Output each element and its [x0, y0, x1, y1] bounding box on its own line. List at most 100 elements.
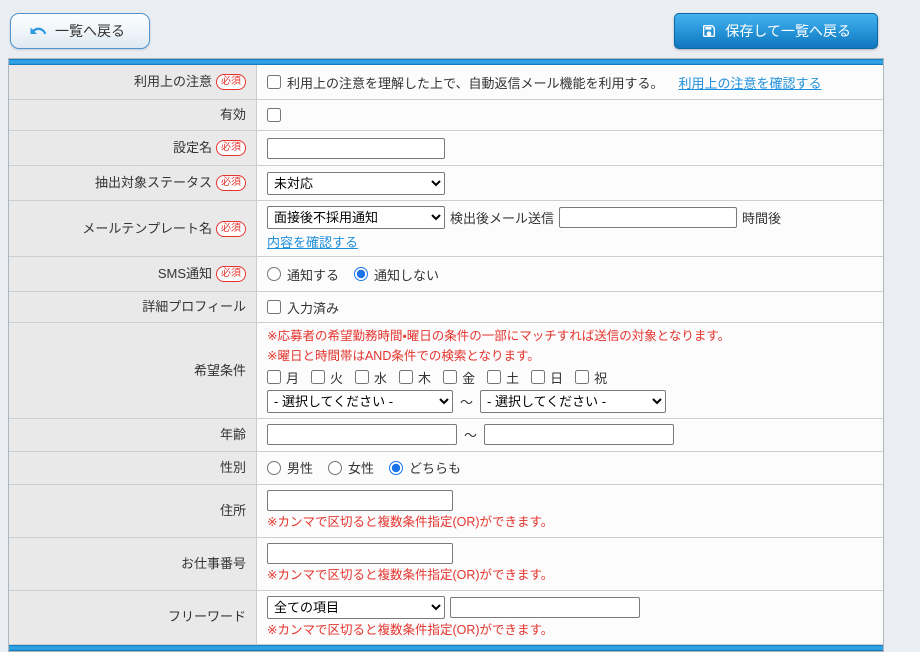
day-mon-label: 月 — [286, 368, 299, 387]
age-range-tilde: ～ — [462, 425, 479, 444]
target-status-select[interactable]: 未対応 — [267, 172, 445, 195]
gender-both-label: どちらも — [409, 458, 461, 477]
gender-label: 性別 — [220, 459, 246, 477]
day-holiday-label: 祝 — [594, 368, 607, 387]
usage-notice-link[interactable]: 利用上の注意を確認する — [678, 73, 821, 92]
required-badge: 必須 — [216, 266, 246, 282]
day-mon-checkbox[interactable] — [267, 370, 281, 384]
detail-profile-label: 詳細プロフィール — [142, 298, 246, 316]
usage-notice-checkbox-option[interactable]: 利用上の注意を理解した上で、自動返信メール機能を利用する。 — [267, 73, 663, 92]
conditions-note-2: ※曜日と時間帯はAND条件での検索となります。 — [267, 348, 873, 365]
desired-conditions-label: 希望条件 — [194, 362, 246, 380]
required-badge: 必須 — [216, 175, 246, 191]
day-wed-checkbox[interactable] — [355, 370, 369, 384]
row-detail-profile: 詳細プロフィール 入力済み — [9, 292, 883, 323]
row-target-status: 抽出対象ステータス 必須 未対応 — [9, 166, 883, 201]
time-range-tilde: ～ — [458, 392, 475, 411]
day-thu-checkbox[interactable] — [399, 370, 413, 384]
row-mail-template: メールテンプレート名 必須 面接後不採用通知 検出後メール送信 時間後 内容を確… — [9, 201, 883, 257]
row-setting-name: 設定名 必須 — [9, 131, 883, 166]
day-tue-label: 火 — [330, 368, 343, 387]
day-tue-option[interactable]: 火 — [311, 368, 343, 387]
usage-notice-label-cell: 利用上の注意 必須 — [9, 65, 257, 99]
day-tue-checkbox[interactable] — [311, 370, 325, 384]
back-button-label: 一覧へ戻る — [55, 21, 125, 41]
hours-after-input[interactable] — [559, 207, 737, 228]
panel-bottom-bar — [9, 645, 883, 651]
settings-form-panel: 利用上の注意 必須 利用上の注意を理解した上で、自動返信メール機能を利用する。 … — [8, 58, 884, 652]
profile-filled-label: 入力済み — [287, 298, 339, 317]
gender-male-option[interactable]: 男性 — [267, 458, 313, 477]
day-holiday-checkbox[interactable] — [575, 370, 589, 384]
address-input[interactable] — [267, 490, 453, 511]
setting-name-label: 設定名 — [173, 139, 212, 157]
free-word-field-select[interactable]: 全ての項目 — [267, 596, 445, 619]
row-gender: 性別 男性 女性 どちらも — [9, 452, 883, 485]
day-sun-checkbox[interactable] — [531, 370, 545, 384]
usage-notice-checkbox-text: 利用上の注意を理解した上で、自動返信メール機能を利用する。 — [287, 73, 663, 92]
day-thu-option[interactable]: 木 — [399, 368, 431, 387]
save-disk-icon — [701, 23, 717, 39]
day-fri-checkbox[interactable] — [443, 370, 457, 384]
sms-notify-off-radio[interactable] — [354, 267, 368, 281]
sms-notify-off-option[interactable]: 通知しない — [354, 265, 439, 284]
day-wed-option[interactable]: 水 — [355, 368, 387, 387]
profile-filled-option[interactable]: 入力済み — [267, 298, 339, 317]
gender-female-radio[interactable] — [328, 461, 342, 475]
required-badge: 必須 — [216, 140, 246, 156]
job-number-input[interactable] — [267, 543, 453, 564]
address-label: 住所 — [220, 502, 246, 520]
send-after-detection-text: 検出後メール送信 — [450, 208, 554, 227]
gender-male-radio[interactable] — [267, 461, 281, 475]
back-to-list-button[interactable]: 一覧へ戻る — [10, 13, 150, 49]
day-mon-option[interactable]: 月 — [267, 368, 299, 387]
sms-notify-on-label: 通知する — [287, 265, 339, 284]
profile-filled-checkbox[interactable] — [267, 300, 281, 314]
time-to-select[interactable]: - 選択してください - — [480, 390, 666, 413]
enabled-label: 有効 — [220, 106, 246, 124]
row-address: 住所 ※カンマで区切ると複数条件指定(OR)ができます。 — [9, 485, 883, 538]
day-wed-label: 水 — [374, 368, 387, 387]
setting-name-input[interactable] — [267, 138, 445, 159]
hours-suffix-text: 時間後 — [742, 208, 781, 227]
age-label: 年齢 — [220, 426, 246, 444]
mail-template-select[interactable]: 面接後不採用通知 — [267, 206, 445, 229]
job-number-note: ※カンマで区切ると複数条件指定(OR)ができます。 — [267, 567, 873, 584]
save-and-back-button[interactable]: 保存して一覧へ戻る — [674, 13, 878, 49]
target-status-label: 抽出対象ステータス — [95, 174, 212, 192]
enabled-checkbox[interactable] — [267, 108, 281, 122]
undo-arrow-icon — [29, 22, 47, 40]
free-word-label: フリーワード — [168, 608, 246, 626]
sms-label: SMS通知 — [158, 265, 212, 283]
required-badge: 必須 — [216, 221, 246, 237]
day-thu-label: 木 — [418, 368, 431, 387]
address-note: ※カンマで区切ると複数条件指定(OR)ができます。 — [267, 514, 873, 531]
day-holiday-option[interactable]: 祝 — [575, 368, 607, 387]
sms-notify-on-option[interactable]: 通知する — [267, 265, 339, 284]
usage-notice-label: 利用上の注意 — [134, 73, 212, 91]
row-desired-conditions: 希望条件 ※応募者の希望勤務時間・曜日の条件の一部にマッチすれば送信の対象となり… — [9, 323, 883, 419]
sms-notify-on-radio[interactable] — [267, 267, 281, 281]
free-word-note: ※カンマで区切ると複数条件指定(OR)ができます。 — [267, 622, 873, 639]
day-sat-option[interactable]: 土 — [487, 368, 519, 387]
usage-notice-checkbox[interactable] — [267, 75, 281, 89]
day-fri-label: 金 — [462, 368, 475, 387]
day-sun-option[interactable]: 日 — [531, 368, 563, 387]
row-sms-notification: SMS通知 必須 通知する 通知しない — [9, 257, 883, 292]
job-number-label: お仕事番号 — [181, 555, 246, 573]
age-from-input[interactable] — [267, 424, 457, 445]
day-fri-option[interactable]: 金 — [443, 368, 475, 387]
gender-female-option[interactable]: 女性 — [328, 458, 374, 477]
toolbar: 一覧へ戻る 保存して一覧へ戻る — [0, 0, 920, 58]
day-sat-checkbox[interactable] — [487, 370, 501, 384]
confirm-content-link[interactable]: 内容を確認する — [267, 232, 358, 251]
age-to-input[interactable] — [484, 424, 674, 445]
free-word-input[interactable] — [450, 597, 640, 618]
row-job-number: お仕事番号 ※カンマで区切ると複数条件指定(OR)ができます。 — [9, 538, 883, 591]
gender-both-radio[interactable] — [389, 461, 403, 475]
row-enabled: 有効 — [9, 100, 883, 131]
sms-notify-off-label: 通知しない — [374, 265, 439, 284]
required-badge: 必須 — [216, 74, 246, 90]
gender-both-option[interactable]: どちらも — [389, 458, 461, 477]
time-from-select[interactable]: - 選択してください - — [267, 390, 453, 413]
